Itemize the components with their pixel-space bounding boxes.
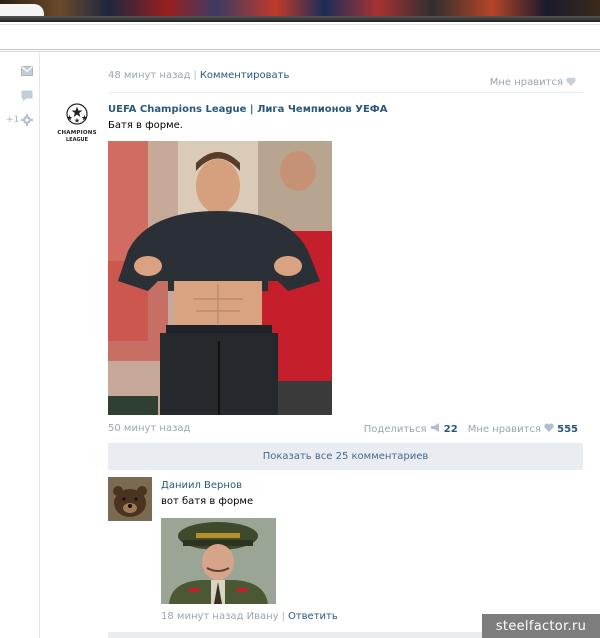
comment-time[interactable]: 18 минут назад Ивану — [161, 611, 279, 622]
prev-post-meta: 48 минут назад | Комментировать — [108, 70, 290, 81]
page: +1 48 минут назад | Комментировать Мне нра… — [0, 0, 600, 638]
post-author-link[interactable]: UEFA Champions League | Лига Чемпионов У… — [108, 104, 387, 115]
share-button[interactable]: Поделиться 22 — [363, 423, 458, 435]
browser-header-banner — [0, 0, 600, 22]
like-label: Мне нравится — [467, 424, 541, 435]
gear-icon[interactable] — [21, 114, 33, 126]
show-all-comments-button[interactable]: Показать все 25 комментариев — [108, 443, 583, 470]
commenter-avatar[interactable] — [108, 477, 152, 521]
starball-icon — [66, 103, 88, 125]
reply-link[interactable]: Ответить — [288, 611, 338, 622]
post-actions: Поделиться 22 Мне нравится 555 — [364, 423, 578, 435]
post-author-avatar[interactable]: CHAMPIONS LEAGUE — [54, 102, 100, 148]
prev-like-label: Мне нравится — [489, 77, 563, 88]
comment-author-link[interactable]: Даниил Вернов — [161, 480, 242, 491]
comment-link[interactable]: Комментировать — [200, 70, 290, 81]
share-label: Поделиться — [363, 424, 427, 435]
plus-one-label: +1 — [6, 115, 20, 125]
watermark: steelfactor.ru — [482, 614, 600, 638]
news-feed: 48 минут назад | Комментировать Мне нравит… — [41, 52, 600, 638]
comment-text: вот батя в форме — [161, 496, 254, 507]
comment-photo[interactable] — [161, 518, 276, 604]
browser-toolbar — [0, 22, 600, 52]
logo-text-champions: CHAMPIONS — [57, 130, 97, 136]
post-time[interactable]: 50 минут назад — [108, 423, 190, 434]
left-action-rail — [0, 52, 40, 638]
prev-post-like-button[interactable]: Мне нравится — [490, 70, 576, 90]
post-divider — [108, 92, 584, 93]
browser-tab[interactable] — [0, 4, 44, 22]
heart-icon — [544, 423, 554, 435]
comment-icon[interactable] — [21, 90, 33, 102]
mail-icon[interactable] — [21, 66, 33, 76]
post-text: Батя в форме. — [108, 120, 183, 131]
like-button[interactable]: Мне нравится 555 — [467, 423, 578, 435]
prev-post-time: 48 минут назад — [108, 70, 191, 81]
comment-meta: 18 минут назад Ивану | Ответить — [161, 611, 338, 622]
logo-text-league: LEAGUE — [65, 137, 89, 143]
megaphone-icon — [430, 423, 441, 435]
like-count: 555 — [557, 424, 578, 435]
post-photo[interactable] — [108, 141, 332, 415]
share-count: 22 — [443, 424, 458, 435]
heart-icon — [566, 71, 576, 90]
